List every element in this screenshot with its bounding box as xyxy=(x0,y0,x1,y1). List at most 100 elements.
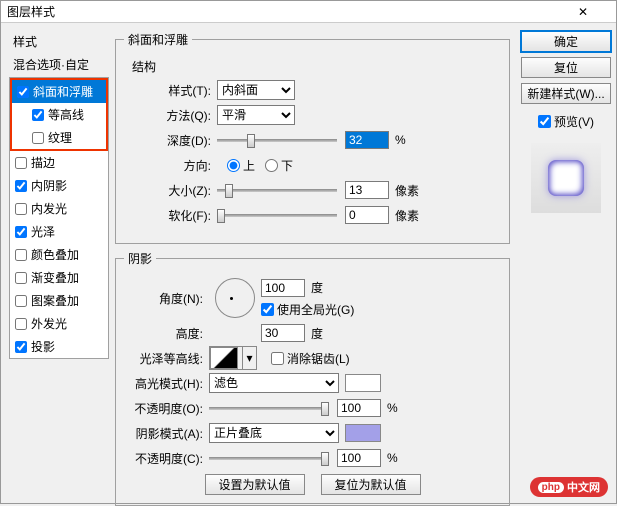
style-label: 颜色叠加 xyxy=(31,246,79,263)
style-item-bevel[interactable]: 斜面和浮雕 xyxy=(12,80,106,103)
sidebar: 样式 混合选项·自定 斜面和浮雕 等高线 纹理 xyxy=(9,31,109,503)
label-shadow-mode: 阴影模式(A): xyxy=(124,425,209,442)
row-size: 大小(Z): 像素 xyxy=(132,180,501,200)
style-item-drop-shadow[interactable]: 投影 xyxy=(10,335,108,358)
style-item-texture[interactable]: 纹理 xyxy=(12,126,106,149)
close-button[interactable]: ✕ xyxy=(578,1,616,23)
unit-highlight-opacity: % xyxy=(387,401,398,415)
shadow-color-swatch[interactable] xyxy=(345,424,381,442)
select-method[interactable]: 平滑 xyxy=(217,105,295,125)
slider-soften[interactable] xyxy=(217,214,337,217)
input-depth[interactable] xyxy=(345,131,389,149)
checkbox-gradient-overlay[interactable] xyxy=(15,272,27,284)
checkbox-outer-glow[interactable] xyxy=(15,318,27,330)
checkbox-inner-shadow[interactable] xyxy=(15,180,27,192)
gloss-contour-picker[interactable]: ▾ xyxy=(209,346,257,370)
row-altitude: 高度: 度 xyxy=(124,323,501,343)
style-label: 光泽 xyxy=(31,223,55,240)
slider-thumb[interactable] xyxy=(321,452,329,466)
checkbox-color-overlay[interactable] xyxy=(15,249,27,261)
watermark: php 中文网 xyxy=(530,477,608,497)
select-highlight-mode[interactable]: 滤色 xyxy=(209,373,339,393)
row-shadow-opacity: 不透明度(C): % xyxy=(124,448,501,468)
checkbox-texture[interactable] xyxy=(32,132,44,144)
style-item-stroke[interactable]: 描边 xyxy=(10,151,108,174)
content: 样式 混合选项·自定 斜面和浮雕 等高线 纹理 xyxy=(1,23,616,503)
row-direction: 方向: 上 下 xyxy=(132,155,501,175)
unit-soften: 像素 xyxy=(395,207,419,224)
main-panel: 斜面和浮雕 结构 样式(T): 内斜面 方法(Q): 平滑 深度(D): xyxy=(109,31,516,503)
label-angle: 角度(N): xyxy=(124,290,209,307)
row-gloss-contour: 光泽等高线: ▾ 消除锯齿(L) xyxy=(124,348,501,368)
slider-thumb[interactable] xyxy=(225,184,233,198)
slider-thumb[interactable] xyxy=(321,402,329,416)
input-angle[interactable] xyxy=(261,279,305,297)
style-item-satin[interactable]: 光泽 xyxy=(10,220,108,243)
style-item-contour[interactable]: 等高线 xyxy=(12,103,106,126)
watermark-text: 中文网 xyxy=(567,479,600,495)
style-item-color-overlay[interactable]: 颜色叠加 xyxy=(10,243,108,266)
bevel-legend: 斜面和浮雕 xyxy=(124,31,192,48)
label-antialias: 消除锯齿(L) xyxy=(287,350,350,367)
checkbox-stroke[interactable] xyxy=(15,157,27,169)
style-item-gradient-overlay[interactable]: 渐变叠加 xyxy=(10,266,108,289)
checkbox-antialias[interactable] xyxy=(271,352,284,365)
checkbox-contour[interactable] xyxy=(32,109,44,121)
angle-picker[interactable] xyxy=(215,278,255,318)
right-panel: 确定 复位 新建样式(W)... 预览(V) xyxy=(516,31,616,503)
checkbox-preview[interactable] xyxy=(538,115,551,128)
ok-button[interactable]: 确定 xyxy=(521,31,611,52)
slider-thumb[interactable] xyxy=(247,134,255,148)
checkbox-inner-glow[interactable] xyxy=(15,203,27,215)
close-icon: ✕ xyxy=(578,5,616,19)
label-gloss: 光泽等高线: xyxy=(124,350,209,367)
slider-depth[interactable] xyxy=(217,139,337,142)
label-highlight-mode: 高光模式(H): xyxy=(124,375,209,392)
checkbox-drop-shadow[interactable] xyxy=(15,341,27,353)
style-label: 纹理 xyxy=(48,129,72,146)
slider-highlight-opacity[interactable] xyxy=(209,407,329,410)
reset-default-button[interactable]: 复位为默认值 xyxy=(321,474,421,495)
style-label: 等高线 xyxy=(48,106,84,123)
slider-thumb[interactable] xyxy=(217,209,225,223)
label-depth: 深度(D): xyxy=(132,132,217,149)
unit-depth: % xyxy=(395,133,406,147)
checkbox-global-light[interactable] xyxy=(261,303,274,316)
checkbox-pattern-overlay[interactable] xyxy=(15,295,27,307)
angle-dot-icon xyxy=(230,297,233,300)
input-highlight-opacity[interactable] xyxy=(337,399,381,417)
radio-up-label: 上 xyxy=(243,157,255,174)
style-label: 内阴影 xyxy=(31,177,67,194)
radio-up[interactable] xyxy=(227,159,240,172)
row-highlight-mode: 高光模式(H): 滤色 xyxy=(124,373,501,393)
radio-down[interactable] xyxy=(265,159,278,172)
style-item-outer-glow[interactable]: 外发光 xyxy=(10,312,108,335)
angle-column: 度 使用全局光(G) xyxy=(261,279,354,318)
input-soften[interactable] xyxy=(345,206,389,224)
input-altitude[interactable] xyxy=(261,324,305,342)
unit-angle: 度 xyxy=(311,279,323,296)
sidebar-heading: 样式 xyxy=(9,31,109,52)
select-style[interactable]: 内斜面 xyxy=(217,80,295,100)
checkbox-satin[interactable] xyxy=(15,226,27,238)
select-shadow-mode[interactable]: 正片叠底 xyxy=(209,423,339,443)
titlebar: 图层样式 ✕ xyxy=(1,1,616,23)
slider-size[interactable] xyxy=(217,189,337,192)
new-style-button[interactable]: 新建样式(W)... xyxy=(521,83,611,104)
set-default-button[interactable]: 设置为默认值 xyxy=(205,474,305,495)
chevron-down-icon: ▾ xyxy=(242,347,256,369)
label-soften: 软化(F): xyxy=(132,207,217,224)
checkbox-bevel[interactable] xyxy=(17,86,29,98)
input-size[interactable] xyxy=(345,181,389,199)
input-shadow-opacity[interactable] xyxy=(337,449,381,467)
row-depth: 深度(D): % xyxy=(132,130,501,150)
style-item-inner-shadow[interactable]: 内阴影 xyxy=(10,174,108,197)
highlight-color-swatch[interactable] xyxy=(345,374,381,392)
style-item-pattern-overlay[interactable]: 图案叠加 xyxy=(10,289,108,312)
label-altitude: 高度: xyxy=(124,325,209,342)
structure-title: 结构 xyxy=(132,58,501,75)
slider-shadow-opacity[interactable] xyxy=(209,457,329,460)
cancel-button[interactable]: 复位 xyxy=(521,57,611,78)
style-item-inner-glow[interactable]: 内发光 xyxy=(10,197,108,220)
row-angle: 角度(N): 度 使用全局光(G) xyxy=(124,278,501,318)
